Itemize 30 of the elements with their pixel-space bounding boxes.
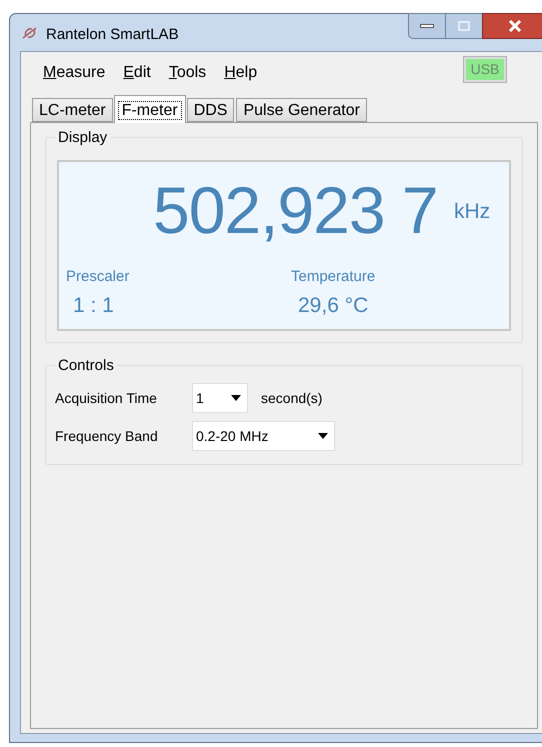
dropdown[interactable]: 1 [192,383,248,413]
temperature-value: 29,6 °C [298,293,368,319]
minimize-button[interactable] [408,13,446,39]
prescaler-label: Prescaler [66,267,130,287]
field-label: Acquisition Time [55,388,158,408]
close-button[interactable] [482,13,542,39]
caret-icon [318,433,328,439]
menu-item[interactable]: Edit [114,61,160,85]
tab[interactable]: DDS [186,98,234,122]
close-icon [508,20,522,32]
unit-label: second(s) [261,388,322,408]
maximize-button[interactable] [446,13,482,39]
tab[interactable]: F-meter [114,95,186,123]
field-label: Frequency Band [55,426,159,446]
maximize-icon [458,21,470,31]
menu-item[interactable]: Help [215,61,266,85]
tab[interactable]: LC-meter [32,98,113,122]
dropdown[interactable]: 0.2-20 MHz [192,421,335,451]
window-title: Rantelon SmartLAB [46,25,179,45]
unit-label: kHz [454,199,490,225]
app-logo-icon [22,26,38,40]
temperature-label: Temperature [291,267,376,287]
tab[interactable]: Pulse Generator [236,98,367,122]
menu-item[interactable]: Measure [34,61,114,85]
minimize-icon [420,24,434,28]
caret-icon [231,395,241,401]
menu-item[interactable]: Tools [160,61,216,85]
frequency-value: 502,923 7 [153,172,438,249]
usb-status-indicator: USB [464,57,506,82]
prescaler-value: 1 : 1 [73,293,114,319]
